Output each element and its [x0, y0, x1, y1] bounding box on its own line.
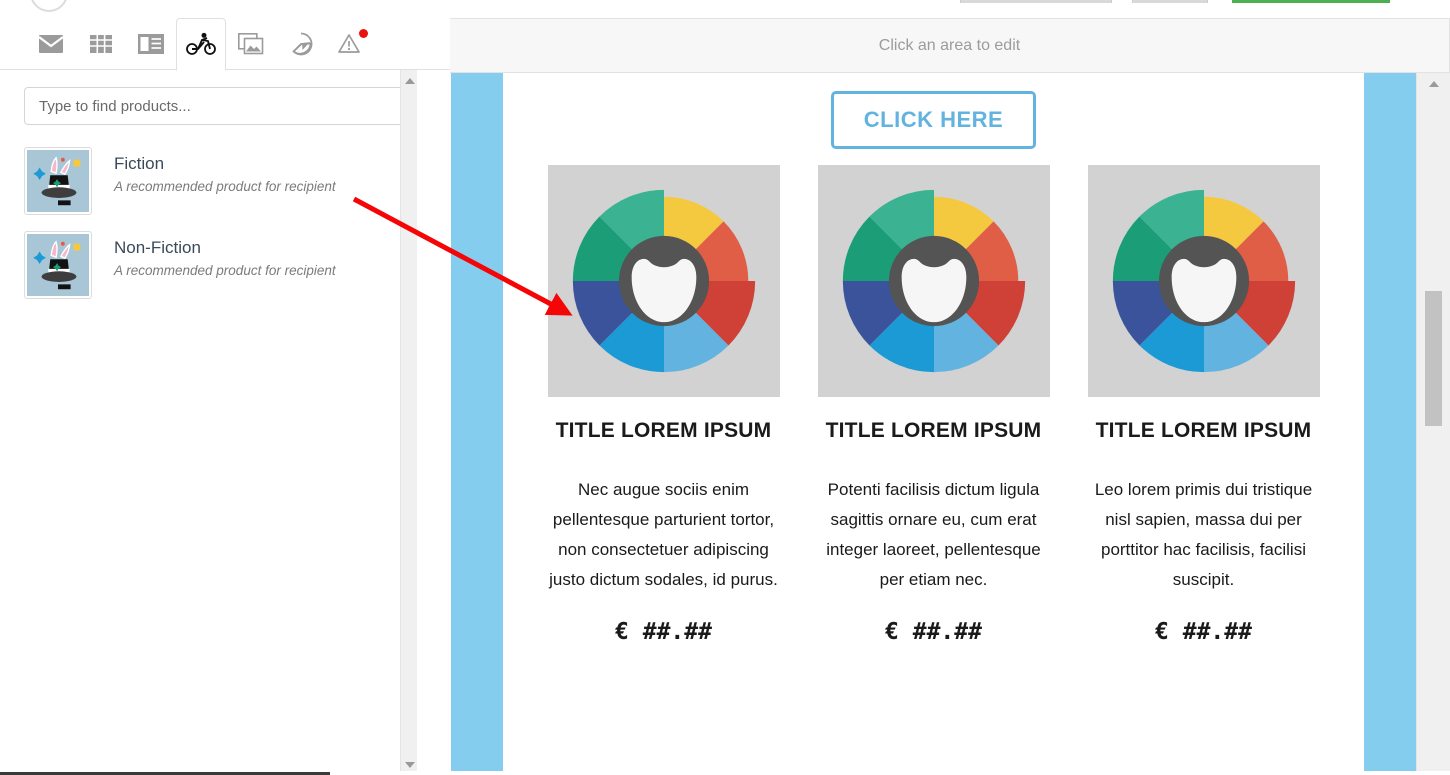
tab-stickers[interactable] [276, 18, 326, 70]
tab-images[interactable] [226, 18, 276, 70]
card-title: TITLE LOREM IPSUM [555, 419, 772, 442]
envelope-icon [38, 34, 64, 54]
bicycle-icon [186, 32, 216, 56]
card-body: Leo lorem primis dui tristique nisl sapi… [1094, 480, 1313, 589]
card-title: TITLE LOREM IPSUM [1095, 419, 1312, 442]
product-card[interactable]: TITLE LOREM IPSUM Potenti facilisis dict… [817, 165, 1050, 645]
grid-icon [90, 34, 112, 53]
panel-tabbar [0, 17, 450, 71]
canvas-band-right [1364, 73, 1416, 775]
product-cards-row: TITLE LOREM IPSUM Nec augue sociis enim … [503, 149, 1364, 645]
app-root: Fiction A recommended product for recipi… [0, 0, 1450, 775]
left-panel: Fiction A recommended product for recipi… [0, 17, 450, 775]
scroll-up-icon[interactable] [401, 72, 418, 89]
editor-hint-text: Click an area to edit [878, 36, 1021, 54]
product-card[interactable]: TITLE LOREM IPSUM Leo lorem primis dui t… [1087, 165, 1320, 645]
sticker-icon [289, 32, 313, 56]
product-subtitle: A recommended product for recipient [114, 263, 336, 279]
primary-action-button-stub[interactable] [1232, 0, 1390, 3]
left-panel-scrollbar[interactable] [400, 70, 417, 775]
product-list: Fiction A recommended product for recipi… [0, 125, 450, 307]
card-title: TITLE LOREM IPSUM [825, 419, 1042, 442]
tab-warnings[interactable] [326, 18, 376, 70]
product-title: Fiction [114, 154, 165, 173]
card-price: € ##.## [1155, 619, 1252, 645]
search-input[interactable] [24, 87, 412, 125]
tab-layout[interactable] [126, 18, 176, 70]
card-price: € ##.## [885, 619, 982, 645]
email-canvas: CLICK HERE TITLE LOREM IPSUM Nec augue s… [450, 73, 1450, 775]
images-icon [238, 32, 264, 55]
toolbar-button-stub-2[interactable] [1132, 0, 1208, 3]
canvas-band-left [451, 73, 503, 775]
warning-badge-dot [359, 28, 368, 38]
card-price: € ##.## [615, 619, 712, 645]
card-body: Nec augue sociis enim pellentesque partu… [549, 480, 778, 589]
magic-hat-icon [24, 231, 92, 299]
card-body: Potenti facilisis dictum ligula sagittis… [826, 480, 1041, 589]
magic-hat-icon [24, 147, 92, 215]
scroll-up-icon[interactable] [1425, 75, 1442, 92]
click-here-button[interactable]: CLICK HERE [830, 91, 1037, 149]
color-wheel-person-icon [1112, 189, 1295, 373]
layout-icon [138, 33, 164, 54]
product-text: Non-Fiction A recommended product for re… [92, 231, 336, 278]
color-wheel-person-icon [842, 189, 1025, 373]
card-image[interactable] [1087, 165, 1320, 397]
editor-header: Click an area to edit [450, 18, 1450, 73]
editor-panel: Click an area to edit CLICK HERE TITLE L… [450, 18, 1450, 775]
list-item[interactable]: Fiction A recommended product for recipi… [0, 139, 450, 223]
email-page: CLICK HERE TITLE LOREM IPSUM Nec augue s… [503, 73, 1364, 775]
color-wheel-person-icon [572, 189, 755, 373]
product-card[interactable]: TITLE LOREM IPSUM Nec augue sociis enim … [547, 165, 780, 645]
scrollbar-thumb[interactable] [1425, 291, 1442, 426]
tab-blocks[interactable] [76, 18, 126, 70]
avatar-circle[interactable] [30, 0, 68, 12]
product-text: Fiction A recommended product for recipi… [92, 147, 336, 194]
toolbar-button-stub-1[interactable] [960, 0, 1112, 3]
search-container [0, 70, 450, 125]
cta-container: CLICK HERE [503, 73, 1364, 149]
card-image[interactable] [817, 165, 1050, 397]
card-image[interactable] [547, 165, 780, 397]
list-item[interactable]: Non-Fiction A recommended product for re… [0, 223, 450, 307]
product-subtitle: A recommended product for recipient [114, 179, 336, 195]
tab-email[interactable] [26, 18, 76, 70]
tab-products[interactable] [176, 17, 226, 71]
canvas-scrollbar[interactable] [1416, 73, 1450, 775]
product-title: Non-Fiction [114, 238, 201, 257]
